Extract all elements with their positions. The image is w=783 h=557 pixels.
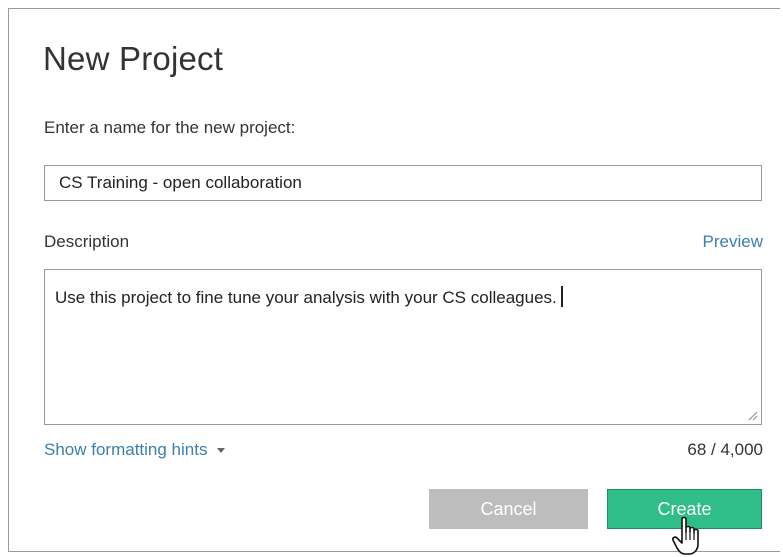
project-name-label: Enter a name for the new project:: [44, 118, 296, 137]
description-label: Description: [44, 232, 130, 251]
preview-link[interactable]: Preview: [703, 232, 763, 252]
formatting-hints-label: Show formatting hints: [44, 440, 208, 459]
project-name-value: CS Training - open collaboration: [59, 173, 302, 192]
resize-grip-icon[interactable]: [748, 411, 758, 421]
cancel-button[interactable]: Cancel: [429, 489, 588, 529]
character-counter: 68 / 4,000: [687, 440, 763, 459]
caret-down-icon: [217, 447, 226, 453]
cancel-button-label: Cancel: [480, 498, 537, 519]
description-value: Use this project to fine tune your analy…: [55, 288, 557, 307]
hand-pointer-icon: [672, 516, 699, 555]
project-name-input[interactable]: CS Training - open collaboration: [44, 165, 762, 201]
show-formatting-hints-toggle[interactable]: Show formatting hints: [44, 440, 226, 460]
text-caret: [560, 286, 563, 307]
dialog-title: New Project: [43, 40, 224, 77]
description-textarea[interactable]: Use this project to fine tune your analy…: [44, 269, 762, 425]
